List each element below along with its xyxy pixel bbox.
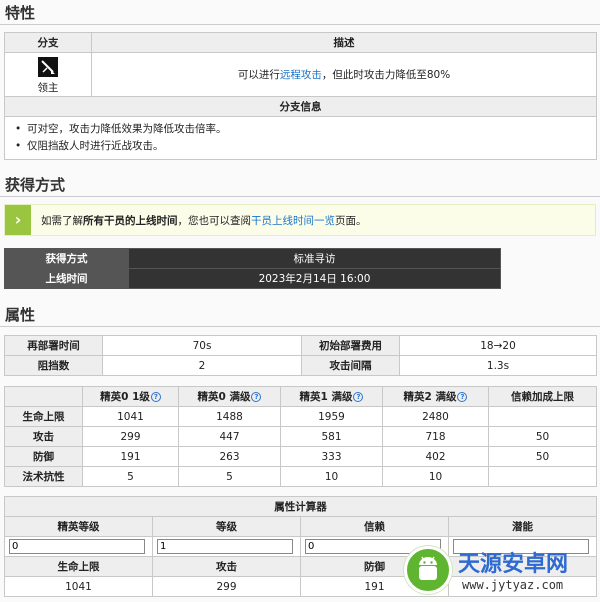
potential-label: 潜能 [448, 516, 597, 537]
list-item: 仅阻挡敌人时进行近战攻击。 [15, 138, 588, 155]
stat-header: 信赖加成上限 [488, 386, 597, 407]
deploy-cost-label: 初始部署费用 [301, 335, 400, 356]
divider [0, 196, 600, 197]
release-time-link[interactable]: 干员上线时间一览 [251, 215, 335, 227]
attack-interval-label: 攻击间隔 [301, 355, 400, 376]
stat-header: 精英2 满级? [382, 386, 489, 407]
help-icon[interactable]: ? [457, 392, 468, 402]
level-label: 等级 [152, 516, 301, 537]
stats-corner [4, 386, 83, 407]
help-icon[interactable]: ? [353, 392, 364, 402]
hp-output-label: 生命上限 [4, 556, 153, 577]
lord-branch-icon[interactable] [38, 56, 58, 77]
basic-attributes-table: 再部署时间 70s 初始部署费用 18→20 阻挡数 2 攻击间隔 1.3s [4, 335, 597, 376]
atk-output-value: 299 [152, 576, 301, 597]
help-icon[interactable]: ? [251, 392, 262, 402]
table-row: 攻击 299 447 581 718 50 [4, 426, 597, 447]
table-row: 法术抗性 5 5 10 10 [4, 466, 597, 487]
logo-url: www.jytyaz.com [462, 578, 564, 592]
stat-header: 精英1 满级? [280, 386, 383, 407]
notice-box: › 如需了解所有干员的上线时间，您也可以查阅干员上线时间一览页面。 [4, 204, 596, 236]
notice-text: 如需了解所有干员的上线时间，您也可以查阅干员上线时间一览页面。 [41, 215, 367, 227]
col-desc-header: 描述 [91, 32, 597, 53]
deploy-cost-value: 18→20 [399, 335, 597, 356]
table-row: 生命上限 1041 1488 1959 2480 [4, 406, 597, 427]
release-time-value: 2023年2月14日 16:00 [128, 268, 501, 289]
obtain-table: 获得方式 标准寻访 上线时间 2023年2月14日 16:00 [4, 248, 501, 289]
table-row: 防御 191 263 333 402 50 [4, 446, 597, 467]
level-input[interactable] [157, 539, 293, 554]
trait-description: 可以进行远程攻击，但此时攻击力降低至80% [91, 52, 597, 97]
branch-cell: 领主 [4, 52, 92, 97]
stats-table: 精英0 1级? 精英0 满级? 精英1 满级? 精英2 满级? 信赖加成上限 生… [4, 386, 597, 487]
help-icon[interactable]: ? [150, 392, 161, 402]
ranged-attack-link[interactable]: 远程攻击 [280, 69, 322, 81]
branch-info-list: 可对空，攻击力降低效果为降低攻击倍率。 仅阻挡敌人时进行近战攻击。 [4, 116, 597, 160]
chevron-right-icon: › [5, 205, 31, 235]
site-logo: 天源安卓网 www.jytyaz.com [398, 540, 600, 602]
block-value: 2 [102, 355, 302, 376]
logo-title: 天源安卓网 [458, 552, 569, 577]
hp-output-value: 1041 [4, 576, 153, 597]
section-title-traits: 特性 [5, 4, 36, 22]
section-title-obtain: 获得方式 [5, 176, 66, 194]
attack-interval-value: 1.3s [399, 355, 597, 376]
branch-info-header: 分支信息 [4, 96, 597, 117]
stat-header: 精英0 满级? [178, 386, 281, 407]
trust-label: 信赖 [300, 516, 449, 537]
branch-name: 领主 [37, 81, 59, 94]
obtain-method-value: 标准寻访 [128, 248, 501, 269]
calculator-title: 属性计算器 [4, 496, 597, 517]
divider [0, 326, 600, 327]
redeploy-label: 再部署时间 [4, 335, 103, 356]
stat-header: 精英0 1级? [82, 386, 179, 407]
block-label: 阻挡数 [4, 355, 103, 376]
list-item: 可对空，攻击力降低效果为降低攻击倍率。 [15, 121, 588, 138]
obtain-method-label: 获得方式 [4, 248, 129, 269]
atk-output-label: 攻击 [152, 556, 301, 577]
elite-level-input[interactable] [9, 539, 145, 554]
traits-table: 分支 描述 领主 可以进行远程攻击，但此时攻击力降低至80% 分支信息 可对空，… [4, 32, 597, 160]
elite-level-label: 精英等级 [4, 516, 153, 537]
section-title-attributes: 属性 [5, 306, 36, 324]
release-time-label: 上线时间 [4, 268, 129, 289]
divider [0, 24, 600, 25]
android-icon [404, 546, 452, 594]
col-branch-header: 分支 [4, 32, 92, 53]
redeploy-value: 70s [102, 335, 302, 356]
